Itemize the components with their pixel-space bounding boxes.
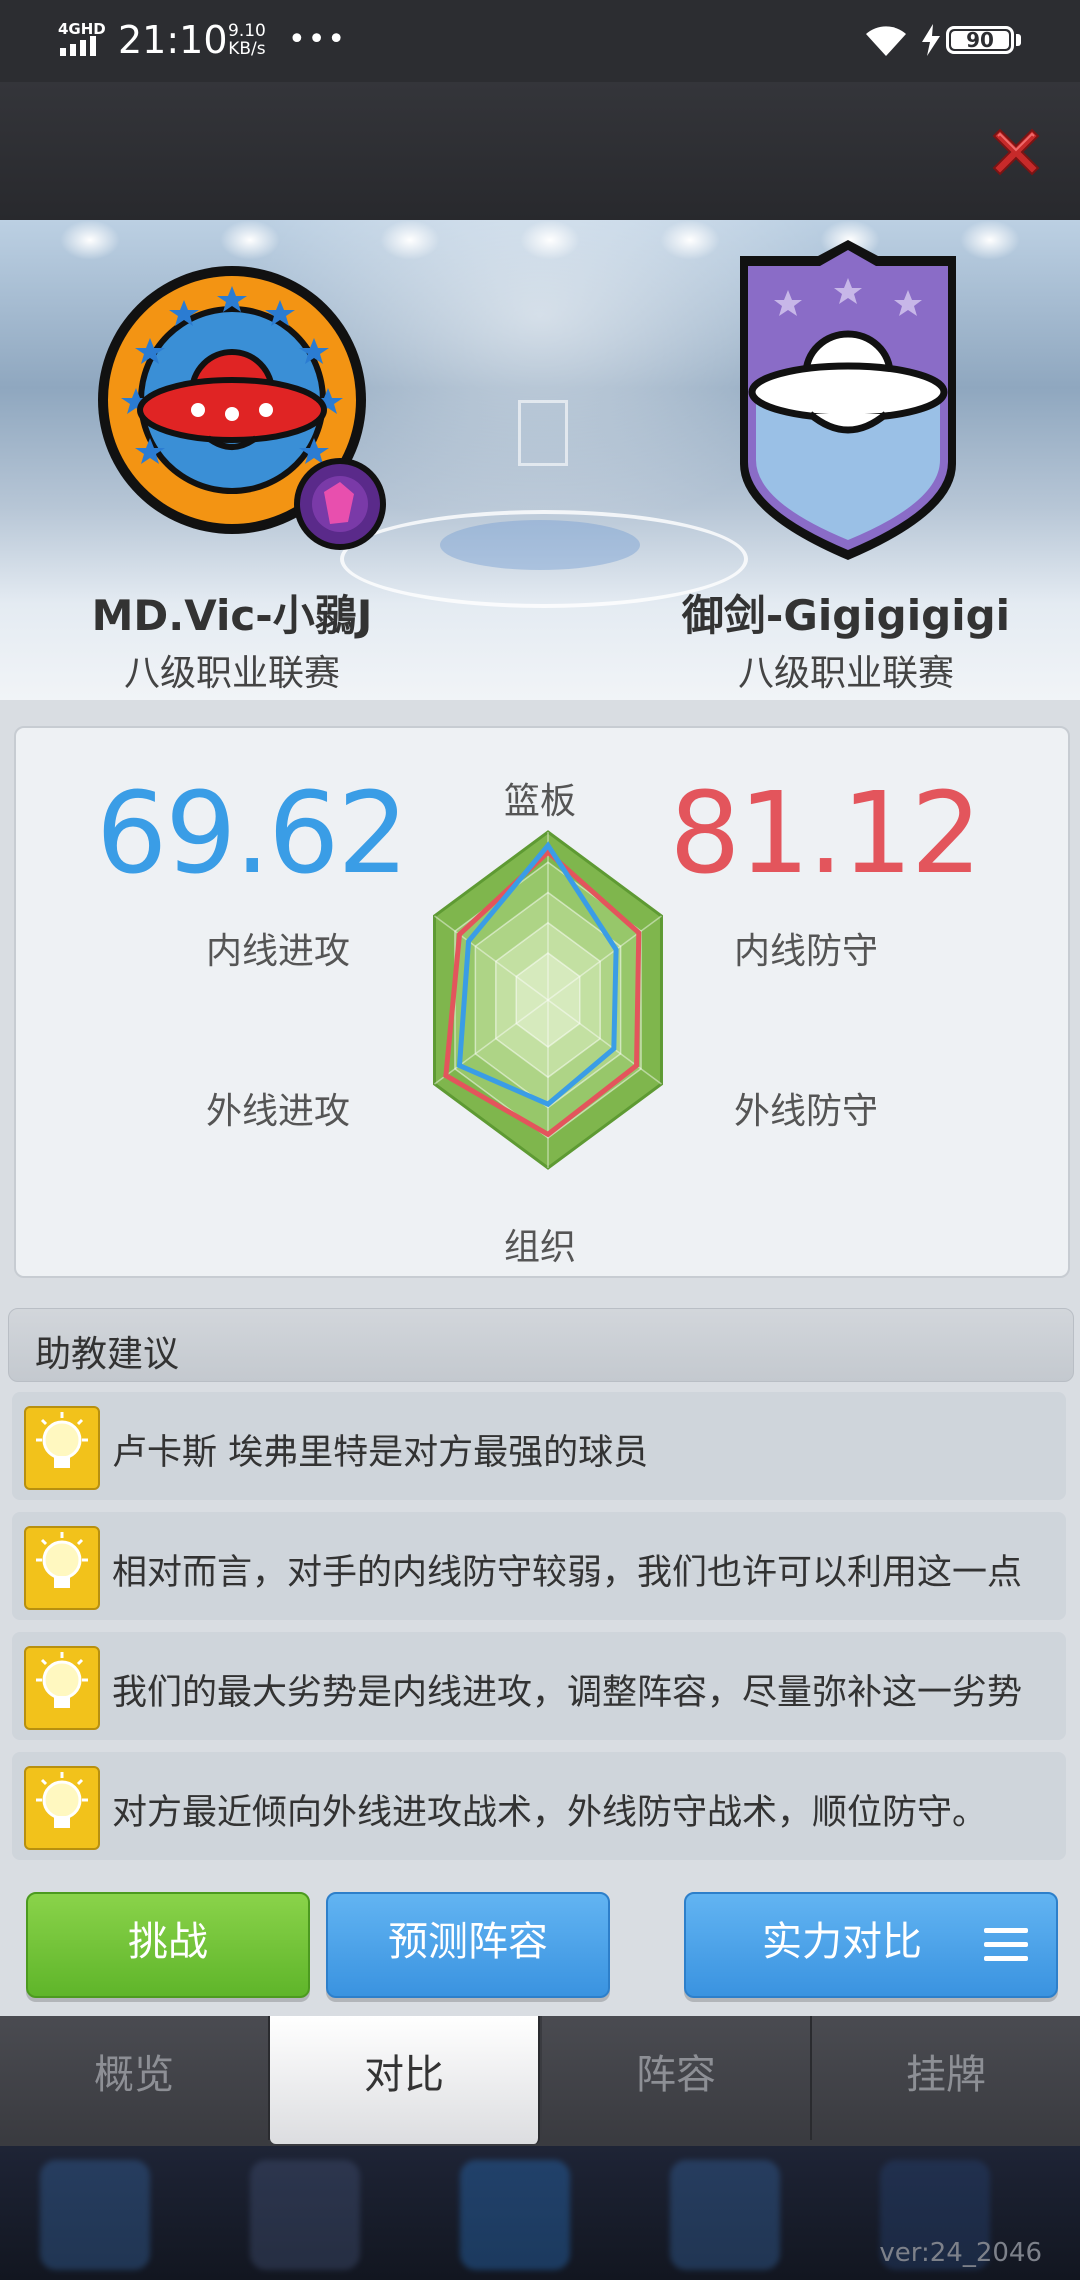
advice-text: 相对而言，对手的内线防守较弱，我们也许可以利用这一点: [112, 1553, 1023, 1593]
dialog-header: [0, 82, 1080, 224]
advice-section-header: 助教建议: [8, 1308, 1074, 1382]
battery-tip: [1016, 34, 1021, 46]
lightbulb-icon: [24, 1766, 100, 1850]
advice-text: 卢卡斯 埃弗里特是对方最强的球员: [112, 1433, 649, 1473]
signal-icon: [60, 36, 96, 56]
lightbulb-icon: [24, 1406, 100, 1490]
away-team-name[interactable]: 御剑-Gigigigigi: [626, 582, 1066, 643]
lightbulb-icon: [24, 1526, 100, 1610]
tab-lineup[interactable]: 阵容: [542, 2016, 812, 2140]
advice-item: 相对而言，对手的内线防守较弱，我们也许可以利用这一点: [12, 1512, 1066, 1620]
version-label: ver:24_2046: [879, 2238, 1042, 2268]
stadium-light: [660, 220, 720, 260]
home-team-league: 八级职业联赛: [123, 653, 340, 694]
charging-icon: [922, 24, 940, 56]
home-team-logo[interactable]: [92, 242, 392, 562]
close-icon[interactable]: [984, 120, 1048, 184]
blurred-trophy-icon: [40, 2160, 150, 2270]
network-speed: 9.10 KB/s: [228, 22, 266, 58]
tab-bar: 概览 对比 阵容 挂牌: [0, 2016, 1080, 2146]
away-team-logo[interactable]: [728, 234, 968, 564]
advice-header-title: 助教建议: [35, 1334, 180, 1375]
radar-chart: [433, 830, 663, 1170]
arena-banner: MD.Vic-小鶸J 八级职业联赛 御剑-Gigigigigi 八级职业联赛: [0, 220, 1080, 700]
tab-listing[interactable]: 挂牌: [812, 2016, 1080, 2140]
menu-icon: [984, 1928, 1028, 1970]
status-bar: 4GHD 21:10 9.10 KB/s ••• 90: [0, 0, 1080, 82]
advice-item: 我们的最大劣势是内线进攻，调整阵容，尽量弥补这一劣势: [12, 1632, 1066, 1740]
home-team-score: 69.62: [96, 769, 409, 899]
strength-compare-button[interactable]: 实力对比: [684, 1892, 1058, 1998]
advice-text: 我们的最大劣势是内线进攻，调整阵容，尽量弥补这一劣势: [112, 1673, 1023, 1713]
strength-compare-label: 实力对比: [762, 1919, 922, 1965]
label-rebound: 篮板: [504, 781, 577, 822]
tab-compare[interactable]: 对比: [270, 2016, 540, 2144]
label-inside-defense: 内线防守: [734, 931, 879, 972]
home-team-name[interactable]: MD.Vic-小鶸J: [12, 582, 452, 643]
advice-text: 对方最近倾向外线进攻战术，外线防守战术，顺位防守。: [112, 1793, 988, 1833]
comparison-panel: 69.62 81.12 篮板 内线进攻 外线进攻 内线防守 外线防守 组织 助教…: [0, 700, 1080, 2016]
clock: 21:10: [118, 18, 228, 62]
network-speed-unit: KB/s: [228, 39, 266, 59]
advice-item: 卢卡斯 埃弗里特是对方最强的球员: [12, 1392, 1066, 1500]
blurred-currency-icon: [250, 2160, 360, 2270]
label-inside-attack: 内线进攻: [206, 931, 351, 972]
stadium-light: [520, 220, 580, 260]
basketball-hoop: [518, 400, 568, 466]
wifi-icon: [866, 26, 906, 56]
lightbulb-icon: [24, 1646, 100, 1730]
battery-icon: 90: [946, 26, 1014, 54]
advice-item: 对方最近倾向外线进攻战术，外线防守战术，顺位防守。: [12, 1752, 1066, 1860]
label-outside-defense: 外线防守: [734, 1091, 879, 1132]
label-organize: 组织: [504, 1227, 577, 1268]
battery-level: 90: [951, 30, 1009, 50]
tab-overview[interactable]: 概览: [0, 2016, 270, 2140]
blurred-team-icon: [460, 2160, 570, 2270]
away-team-score: 81.12: [669, 769, 982, 899]
label-outside-attack: 外线进攻: [206, 1091, 351, 1132]
blurred-league-icon: [670, 2160, 780, 2270]
away-team-league: 八级职业联赛: [737, 653, 954, 694]
background-menu: ver:24_2046: [0, 2146, 1080, 2280]
strength-comparison-card: 69.62 81.12 篮板 内线进攻 外线进攻 内线防守 外线防守 组织: [14, 726, 1070, 1278]
stadium-light: [960, 220, 1020, 260]
challenge-button[interactable]: 挑战: [26, 1892, 310, 1998]
network-speed-value: 9.10: [228, 21, 266, 41]
predict-lineup-button[interactable]: 预测阵容: [326, 1892, 610, 1998]
more-notifications-icon: •••: [288, 22, 348, 57]
